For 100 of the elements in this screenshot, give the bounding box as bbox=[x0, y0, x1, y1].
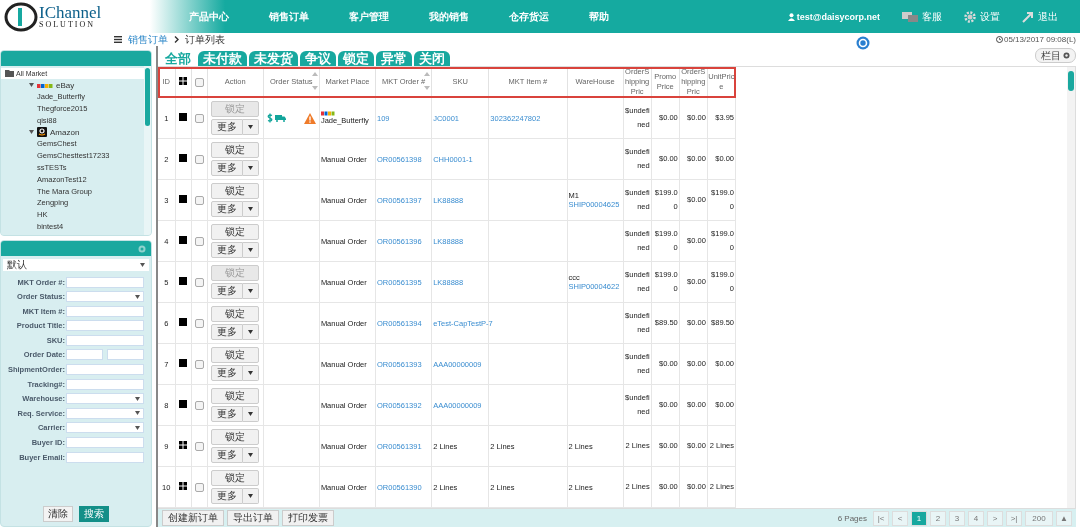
last-page-button[interactable]: >| bbox=[1006, 510, 1022, 526]
caret-icon bbox=[248, 494, 254, 498]
menu-icon[interactable] bbox=[114, 36, 122, 43]
filter-button[interactable]: 搜索 bbox=[79, 506, 109, 522]
row-checkbox[interactable] bbox=[194, 318, 204, 328]
lock-button[interactable]: 锁定 bbox=[211, 347, 260, 363]
row-checkbox[interactable] bbox=[194, 236, 204, 246]
columns-button[interactable]: 栏目 bbox=[1035, 48, 1076, 63]
row-checkbox[interactable] bbox=[194, 359, 204, 369]
input-field[interactable] bbox=[66, 437, 144, 449]
select-field[interactable] bbox=[66, 422, 144, 434]
dropdown-button[interactable] bbox=[243, 488, 260, 504]
preset-select[interactable]: 默认 bbox=[3, 259, 149, 271]
settings-icon[interactable] bbox=[138, 244, 146, 253]
more-button[interactable]: 更多 bbox=[211, 119, 244, 135]
more-button[interactable]: 更多 bbox=[211, 160, 244, 176]
next-page-button[interactable]: > bbox=[987, 510, 1003, 526]
header-action[interactable]: 退出 bbox=[1022, 9, 1058, 24]
tree-item[interactable]: eBay bbox=[1, 79, 144, 91]
footer-button[interactable]: 创建新订单 bbox=[162, 510, 224, 526]
caret-icon[interactable] bbox=[29, 130, 34, 135]
input-field[interactable] bbox=[66, 334, 144, 346]
caret-icon bbox=[248, 453, 254, 457]
status-tab[interactable]: 锁定 bbox=[338, 51, 374, 66]
row-checkbox[interactable] bbox=[194, 277, 204, 287]
dropdown-button[interactable] bbox=[243, 365, 260, 381]
dropdown-button[interactable] bbox=[243, 201, 260, 217]
more-button[interactable]: 更多 bbox=[211, 406, 244, 422]
nav-link[interactable]: 仓存货运 bbox=[509, 9, 589, 24]
page-button[interactable]: 2 bbox=[930, 510, 946, 526]
more-button[interactable]: 更多 bbox=[211, 365, 244, 381]
page-button[interactable]: 4 bbox=[968, 510, 984, 526]
header-action[interactable]: 设置 bbox=[964, 9, 1000, 24]
nav-link[interactable]: 客户管理 bbox=[349, 9, 429, 24]
refresh-icon[interactable] bbox=[855, 35, 870, 50]
input-field[interactable] bbox=[66, 378, 144, 390]
page-size-select[interactable]: 200 bbox=[1025, 510, 1053, 526]
first-page-button[interactable]: |< bbox=[873, 510, 889, 526]
filter-button[interactable]: 清除 bbox=[43, 506, 73, 522]
page-button[interactable]: 1 bbox=[911, 510, 927, 526]
dropdown-button[interactable] bbox=[243, 447, 260, 463]
select-all-checkbox[interactable] bbox=[194, 77, 204, 87]
previous-page-button[interactable]: < bbox=[892, 510, 908, 526]
header-action[interactable]: 客服 bbox=[902, 9, 942, 24]
row-checkbox[interactable] bbox=[194, 113, 204, 123]
lock-button[interactable]: 锁定 bbox=[211, 388, 260, 404]
row-checkbox[interactable] bbox=[194, 482, 204, 492]
status-tab[interactable]: 未付款 bbox=[198, 51, 247, 66]
more-button[interactable]: 更多 bbox=[211, 324, 244, 340]
breadcrumb-item[interactable]: 订单列表 bbox=[185, 32, 225, 47]
page-size-toggle[interactable]: ▲ bbox=[1056, 510, 1072, 526]
input-field[interactable] bbox=[107, 349, 144, 361]
more-button[interactable]: 更多 bbox=[211, 447, 244, 463]
nav-link[interactable]: 我的销售 bbox=[429, 9, 509, 24]
status-tab[interactable]: 关闭 bbox=[414, 51, 450, 66]
lock-button[interactable]: 锁定 bbox=[211, 306, 260, 322]
dropdown-button[interactable] bbox=[243, 242, 260, 258]
more-button[interactable]: 更多 bbox=[211, 201, 244, 217]
scrollbar[interactable] bbox=[1067, 67, 1075, 508]
input-field[interactable] bbox=[66, 276, 144, 288]
dropdown-button[interactable] bbox=[243, 160, 260, 176]
status-tab[interactable]: 争议 bbox=[300, 51, 336, 66]
row-checkbox[interactable] bbox=[194, 154, 204, 164]
select-field[interactable] bbox=[66, 407, 144, 419]
scrollbar[interactable] bbox=[144, 66, 151, 235]
lock-button[interactable]: 锁定 bbox=[211, 470, 260, 486]
lock-button[interactable]: 锁定 bbox=[211, 183, 260, 199]
grid-icon[interactable] bbox=[179, 77, 188, 85]
input-field[interactable] bbox=[66, 305, 144, 317]
row-checkbox[interactable] bbox=[194, 195, 204, 205]
row-checkbox[interactable] bbox=[194, 441, 204, 451]
nav-link[interactable]: 销售订单 bbox=[269, 9, 349, 24]
footer-button[interactable]: 导出订单 bbox=[227, 510, 279, 526]
tree-item[interactable]: Amazon bbox=[1, 126, 144, 139]
input-field[interactable] bbox=[66, 349, 103, 361]
user-link[interactable]: test@daisycorp.net bbox=[787, 11, 880, 22]
status-tab[interactable]: 未发货 bbox=[249, 51, 298, 66]
dropdown-button[interactable] bbox=[243, 406, 260, 422]
dropdown-button[interactable] bbox=[243, 283, 260, 299]
lock-button[interactable]: 锁定 bbox=[211, 224, 260, 240]
breadcrumb-item[interactable]: 销售订单 bbox=[128, 32, 168, 47]
caret-icon[interactable] bbox=[29, 83, 34, 87]
row-checkbox[interactable] bbox=[194, 400, 204, 410]
input-field[interactable] bbox=[66, 320, 144, 332]
status-tab[interactable]: 异常 bbox=[376, 51, 412, 66]
more-button[interactable]: 更多 bbox=[211, 283, 244, 299]
more-button[interactable]: 更多 bbox=[211, 242, 244, 258]
lock-button[interactable]: 锁定 bbox=[211, 142, 260, 158]
input-field[interactable] bbox=[66, 364, 144, 376]
input-field[interactable] bbox=[66, 451, 144, 463]
select-field[interactable] bbox=[66, 291, 144, 303]
nav-link[interactable]: 帮助 bbox=[589, 9, 669, 24]
dropdown-button[interactable] bbox=[243, 324, 260, 340]
select-field[interactable] bbox=[66, 393, 144, 405]
dropdown-button[interactable] bbox=[243, 119, 260, 135]
more-button[interactable]: 更多 bbox=[211, 488, 244, 504]
nav-link[interactable]: 产品中心 bbox=[189, 9, 269, 24]
lock-button[interactable]: 锁定 bbox=[211, 429, 260, 445]
footer-button[interactable]: 打印发票 bbox=[282, 510, 334, 526]
page-button[interactable]: 3 bbox=[949, 510, 965, 526]
